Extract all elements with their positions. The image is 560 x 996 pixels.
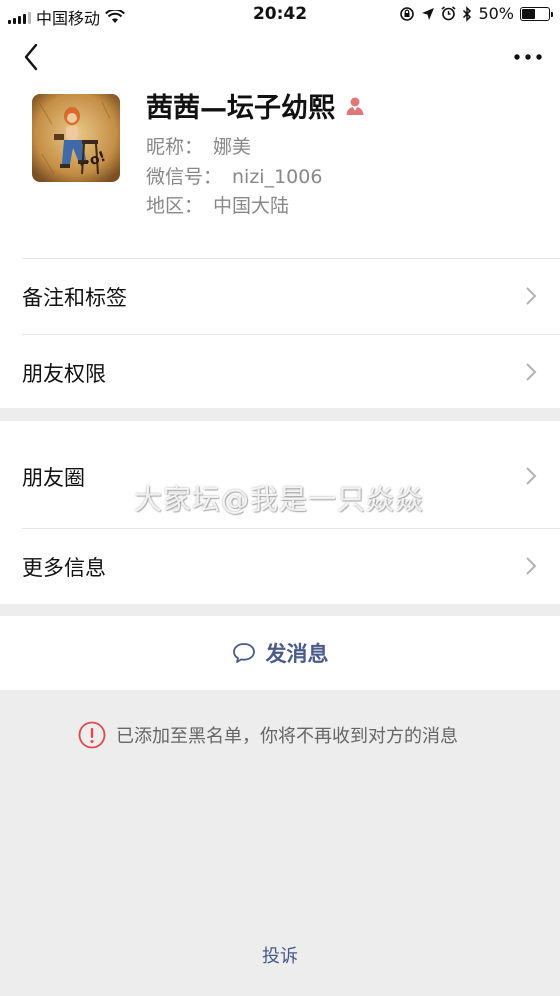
row-more-info[interactable]: 更多信息	[0, 528, 560, 604]
more-button[interactable]	[508, 42, 548, 72]
profile-card: ~o! 茜茜—坛子幼熙 昵称： 娜美 微信号： nizi_1006 地区： 中国大陆	[0, 86, 560, 258]
section-gap	[0, 604, 560, 616]
alarm-icon	[441, 6, 456, 21]
blocked-notice: 已添加至黑名单，你将不再收到对方的消息	[78, 721, 458, 749]
chevron-left-icon	[24, 43, 38, 71]
chevron-right-icon	[526, 467, 537, 485]
row-label: 朋友圈	[22, 466, 85, 490]
wechat-id-value[interactable]: nizi_1006	[232, 166, 322, 188]
profile-name: 茜茜—坛子幼熙	[146, 93, 335, 124]
row-remark-tags[interactable]: 备注和标签	[0, 258, 560, 334]
watermark: 大家坛@我是一只焱焱	[134, 483, 425, 516]
status-bar: 中国移动 20:42 50%	[0, 0, 560, 30]
wechat-id-line: 微信号： nizi_1006	[146, 162, 322, 189]
nav-bar	[0, 30, 560, 86]
row-friend-permission[interactable]: 朋友权限	[0, 334, 560, 408]
send-message-label: 发消息	[265, 642, 329, 666]
report-link[interactable]: 投诉	[0, 942, 560, 968]
nickname-value: 娜美	[213, 136, 252, 158]
section-gap	[0, 408, 560, 421]
send-message-button[interactable]: 发消息	[0, 616, 560, 690]
warning-icon	[78, 721, 106, 749]
status-right: 50%	[399, 4, 553, 23]
wechat-id-label: 微信号：	[146, 166, 223, 188]
blocked-text: 已添加至黑名单，你将不再收到对方的消息	[116, 726, 458, 747]
nickname-line: 昵称： 娜美	[146, 132, 251, 159]
row-label: 备注和标签	[22, 286, 127, 310]
female-person-icon	[346, 97, 364, 115]
location-icon	[422, 7, 435, 20]
divider	[22, 528, 560, 529]
chevron-right-icon	[526, 287, 537, 305]
more-dots-icon	[514, 54, 542, 60]
nickname-label: 昵称：	[146, 136, 204, 158]
avatar-image: ~o!	[32, 94, 120, 182]
battery-fill	[522, 8, 535, 19]
region-label: 地区：	[146, 195, 204, 217]
chevron-right-icon	[526, 363, 537, 381]
region-line: 地区： 中国大陆	[146, 191, 289, 218]
battery-icon	[520, 6, 553, 21]
divider	[22, 258, 560, 259]
avatar[interactable]: ~o!	[32, 94, 120, 182]
back-button[interactable]	[14, 40, 48, 74]
chevron-right-icon	[526, 557, 537, 575]
name-row: 茜茜—坛子幼熙	[146, 86, 365, 125]
divider	[22, 334, 560, 335]
chat-bubble-icon	[232, 643, 255, 663]
battery-percent: 50%	[478, 4, 514, 23]
screen-lock-icon	[400, 6, 415, 21]
row-label: 更多信息	[22, 556, 106, 580]
region-value: 中国大陆	[213, 195, 290, 217]
row-label: 朋友权限	[22, 362, 106, 386]
bluetooth-icon	[463, 5, 472, 22]
